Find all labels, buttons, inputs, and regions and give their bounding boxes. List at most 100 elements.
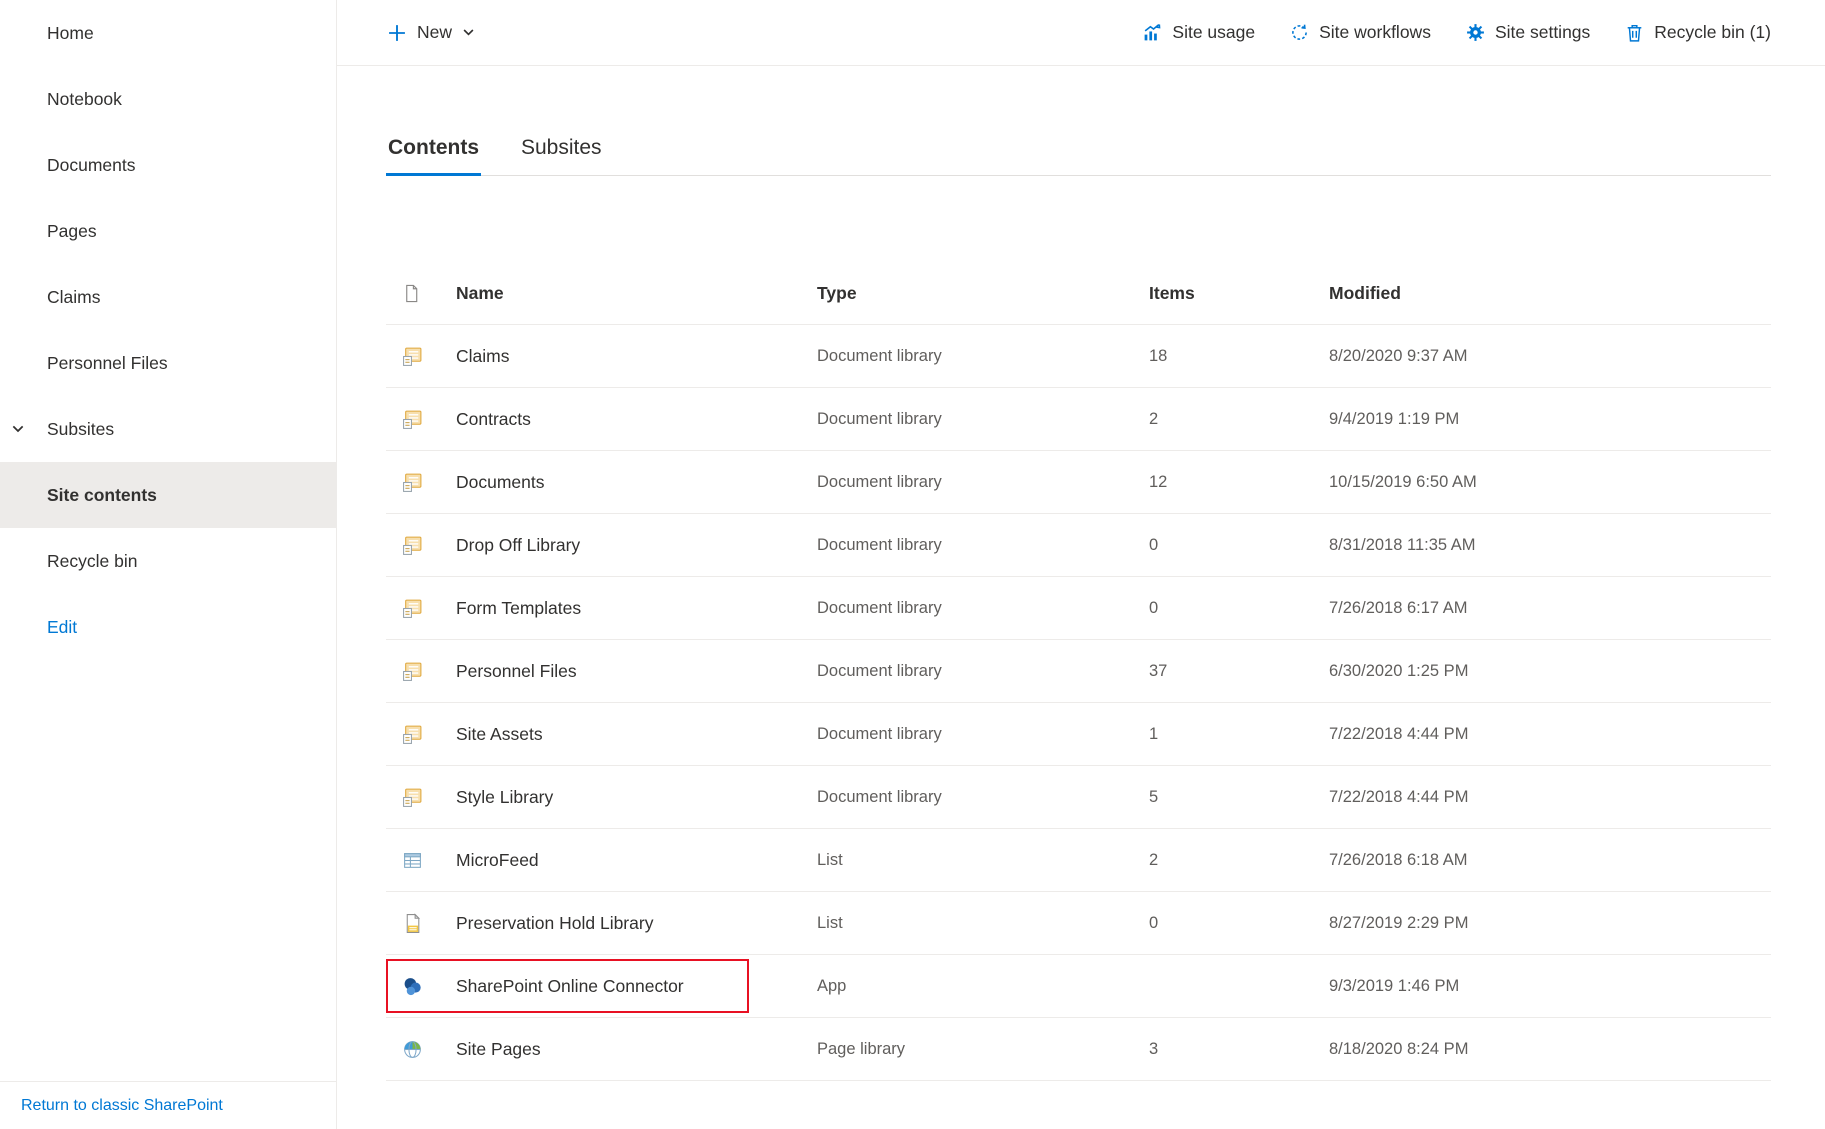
table-body: Claims Document library 188/20/2020 9:37 A… — [386, 325, 1771, 1081]
page-icon — [386, 913, 456, 934]
row-type: Document library — [817, 788, 1149, 807]
return-to-classic-link[interactable]: Return to classic SharePoint — [21, 1097, 223, 1115]
sync-icon — [1289, 22, 1310, 43]
row-modified: 7/26/2018 6:18 AM — [1329, 851, 1771, 870]
row-items: 18 — [1149, 347, 1329, 366]
row-modified: 10/15/2019 6:50 AM — [1329, 473, 1771, 492]
row-name[interactable]: Drop Off Library — [456, 535, 817, 556]
row-modified: 6/30/2020 1:25 PM — [1329, 662, 1771, 681]
sidebar-item-label: Pages — [47, 221, 97, 242]
table-row[interactable]: Form TemplatesDocument library07/26/2018… — [386, 577, 1771, 640]
table-row[interactable]: MicroFeedList27/26/2018 6:18 AM — [386, 829, 1771, 892]
table-row[interactable]: Style LibraryDocument library57/22/2018 … — [386, 766, 1771, 829]
site-settings-button[interactable]: Site settings — [1465, 22, 1590, 43]
row-modified: 9/3/2019 1:46 PM — [1329, 977, 1771, 996]
site-contents-page: Home Notebook Documents Pages Claims Personne… — [0, 0, 1825, 1129]
row-name[interactable]: Documents — [456, 472, 817, 493]
row-modified: 8/20/2020 9:37 AM — [1329, 347, 1771, 366]
document-icon — [386, 284, 456, 303]
row-modified: 8/31/2018 11:35 AM — [1329, 536, 1771, 555]
sidebar-item-recycle-bin[interactable]: Recycle bin — [0, 528, 336, 594]
sidebar: Home Notebook Documents Pages Claims Personne… — [0, 0, 337, 1129]
column-header-modified[interactable]: Modified — [1329, 283, 1771, 304]
row-name[interactable]: Site Assets — [456, 724, 817, 745]
table-row[interactable]: Preservation Hold LibraryList08/27/2019 … — [386, 892, 1771, 955]
table-row[interactable]: Personnel FilesDocument library376/30/20… — [386, 640, 1771, 703]
row-items: 2 — [1149, 851, 1329, 870]
contents-table: Name Type Items Modified Claims Document … — [386, 262, 1771, 1081]
sidebar-item-label: Documents — [47, 155, 136, 176]
sidebar-item-label: Claims — [47, 287, 100, 308]
new-button-label: New — [417, 22, 452, 43]
recycle-bin-button[interactable]: Recycle bin (1) — [1624, 22, 1771, 43]
table-header: Name Type Items Modified — [386, 262, 1771, 325]
document-library-icon — [386, 409, 456, 430]
row-modified: 9/4/2019 1:19 PM — [1329, 410, 1771, 429]
table-row[interactable]: Drop Off LibraryDocument library08/31/20… — [386, 514, 1771, 577]
column-header-type[interactable]: Type — [817, 283, 1149, 304]
row-name[interactable]: Preservation Hold Library — [456, 913, 817, 934]
tab-contents[interactable]: Contents — [386, 136, 481, 176]
sharepoint-app-icon — [386, 976, 456, 997]
sidebar-item-documents[interactable]: Documents — [0, 132, 336, 198]
sidebar-item-home[interactable]: Home — [0, 0, 336, 66]
row-name[interactable]: Claims — [456, 346, 817, 367]
trash-icon — [1624, 22, 1645, 43]
site-usage-button[interactable]: Site usage — [1142, 22, 1255, 43]
sidebar-item-label: Personnel Files — [47, 353, 168, 374]
sidebar-item-personnel-files[interactable]: Personnel Files — [0, 330, 336, 396]
row-name[interactable]: MicroFeed — [456, 850, 817, 871]
sidebar-item-label: Recycle bin — [47, 551, 137, 572]
sidebar-item-claims[interactable]: Claims — [0, 264, 336, 330]
row-items: 0 — [1149, 536, 1329, 555]
row-name[interactable]: Personnel Files — [456, 661, 817, 682]
content-area: Contents Subsites Name Type Items Modifi… — [337, 66, 1825, 1081]
sidebar-item-subsites[interactable]: Subsites — [0, 396, 336, 462]
sidebar-footer: Return to classic SharePoint — [0, 1081, 336, 1129]
sidebar-item-edit[interactable]: Edit — [0, 594, 336, 660]
tab-contents-label: Contents — [388, 136, 479, 159]
table-row[interactable]: DocumentsDocument library1210/15/2019 6:… — [386, 451, 1771, 514]
column-header-name[interactable]: Name — [456, 283, 817, 304]
chevron-down-icon[interactable] — [10, 421, 26, 437]
tab-subsites-label: Subsites — [521, 136, 602, 159]
sidebar-item-site-contents[interactable]: Site contents — [0, 462, 336, 528]
row-type: Page library — [817, 1040, 1149, 1059]
row-name[interactable]: Form Templates — [456, 598, 817, 619]
row-name[interactable]: Contracts — [456, 409, 817, 430]
row-items: 0 — [1149, 914, 1329, 933]
row-items: 2 — [1149, 410, 1329, 429]
sidebar-item-label: Site contents — [47, 485, 157, 506]
site-workflows-button[interactable]: Site workflows — [1289, 22, 1431, 43]
table-row[interactable]: Site PagesPage library38/18/2020 8:24 PM — [386, 1018, 1771, 1081]
row-items: 37 — [1149, 662, 1329, 681]
chart-icon — [1142, 22, 1163, 43]
row-type: List — [817, 914, 1149, 933]
column-header-items[interactable]: Items — [1149, 283, 1329, 304]
tab-subsites[interactable]: Subsites — [519, 136, 604, 175]
sidebar-item-label: Notebook — [47, 89, 122, 110]
row-items: 3 — [1149, 1040, 1329, 1059]
chevron-down-icon — [461, 25, 476, 40]
table-row[interactable]: ContractsDocument library29/4/2019 1:19 … — [386, 388, 1771, 451]
row-name[interactable]: SharePoint Online Connector — [456, 976, 817, 997]
sidebar-item-label: Edit — [47, 617, 77, 638]
document-library-icon — [386, 472, 456, 493]
table-row[interactable]: Site AssetsDocument library17/22/2018 4:… — [386, 703, 1771, 766]
row-type: Document library — [817, 662, 1149, 681]
row-modified: 8/27/2019 2:29 PM — [1329, 914, 1771, 933]
sidebar-item-pages[interactable]: Pages — [0, 198, 336, 264]
document-library-icon — [386, 724, 456, 745]
table-row[interactable]: ClaimsDocument library188/20/2020 9:37 A… — [386, 325, 1771, 388]
row-name[interactable]: Style Library — [456, 787, 817, 808]
row-name[interactable]: Site Pages — [456, 1039, 817, 1060]
document-library-icon — [386, 346, 456, 367]
row-type: Document library — [817, 410, 1149, 429]
row-type: App — [817, 977, 1149, 996]
table-row[interactable]: SharePoint Online ConnectorApp 9/3/2019 1… — [386, 955, 1771, 1018]
row-items: 5 — [1149, 788, 1329, 807]
new-button[interactable]: New — [386, 22, 476, 44]
sidebar-item-notebook[interactable]: Notebook — [0, 66, 336, 132]
row-type: Document library — [817, 473, 1149, 492]
row-type: List — [817, 851, 1149, 870]
